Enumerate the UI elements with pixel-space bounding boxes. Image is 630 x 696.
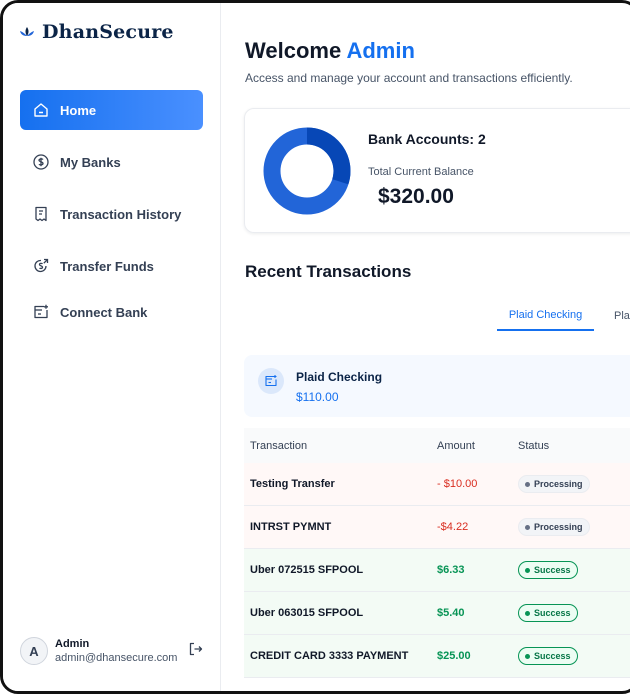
- status-badge: Success: [518, 604, 578, 622]
- balance-donut-chart: [263, 127, 351, 215]
- transaction-name: INTRST PYMNT: [250, 521, 332, 533]
- column-header: Status: [518, 439, 550, 452]
- donut-segment-primary: [306, 127, 351, 185]
- column-header: Transaction: [250, 439, 308, 452]
- transaction-name: CREDIT CARD 3333 PAYMENT: [250, 650, 409, 662]
- sidebar-item-label: My Banks: [60, 154, 121, 170]
- sidebar: DhanSecure Home My Banks Transaction His…: [3, 3, 221, 691]
- transactions-table: Transaction Amount Status Testing Transf…: [244, 428, 630, 678]
- logout-icon[interactable]: [188, 641, 204, 657]
- transaction-amount: $6.33: [437, 564, 465, 576]
- receipt-icon: [32, 205, 50, 223]
- avatar[interactable]: A: [20, 637, 48, 665]
- lotus-logo-icon: [20, 27, 34, 36]
- balance-card: Bank Accounts: 2 Total Current Balance $…: [244, 108, 630, 233]
- user-name: Admin: [55, 638, 90, 650]
- tab-plaid-second[interactable]: Pla: [614, 301, 630, 331]
- main-content: Welcome Admin Access and manage your acc…: [222, 3, 630, 691]
- connect-bank-icon: [32, 303, 50, 321]
- page-subtitle: Access and manage your account and trans…: [245, 71, 573, 85]
- sidebar-item-label: Transfer Funds: [60, 258, 154, 274]
- transaction-amount: -$4.22: [437, 521, 469, 533]
- money-send-icon: [32, 257, 50, 275]
- transaction-amount: $5.40: [437, 607, 465, 619]
- total-balance-value: $320.00: [378, 185, 454, 208]
- brand[interactable]: DhanSecure: [19, 21, 174, 43]
- column-header: Amount: [437, 439, 475, 452]
- bank-info-card[interactable]: Plaid Checking $110.00: [244, 355, 630, 417]
- transaction-name: Uber 063015 SFPOOL: [250, 607, 364, 619]
- sidebar-item-connect-bank[interactable]: Connect Bank: [20, 292, 203, 332]
- tab-plaid-checking[interactable]: Plaid Checking: [497, 301, 594, 331]
- table-row[interactable]: Uber 063015 SFPOOL $5.40 Success: [244, 592, 630, 635]
- status-badge: Success: [518, 647, 578, 665]
- user-email: admin@dhansecure.com: [55, 652, 178, 664]
- transaction-name: Uber 072515 SFPOOL: [250, 564, 364, 576]
- table-row[interactable]: CREDIT CARD 3333 PAYMENT $25.00 Success: [244, 635, 630, 678]
- sidebar-item-home[interactable]: Home: [20, 90, 203, 130]
- table-row[interactable]: INTRST PYMNT -$4.22 Processing: [244, 506, 630, 549]
- home-icon: [32, 101, 50, 119]
- sidebar-item-label: Home: [60, 102, 97, 118]
- table-row[interactable]: Testing Transfer - $10.00 Processing: [244, 463, 630, 506]
- status-badge: Processing: [518, 518, 590, 536]
- user-profile: A Admin admin@dhansecure.com: [20, 631, 210, 671]
- transaction-amount: $25.00: [437, 650, 471, 662]
- user-greeting-name: Admin: [346, 38, 415, 63]
- sidebar-item-label: Transaction History: [60, 206, 182, 222]
- table-row[interactable]: Uber 072515 SFPOOL $6.33 Success: [244, 549, 630, 592]
- greeting-text: Welcome: [245, 38, 342, 63]
- bank-accounts-count: Bank Accounts: 2: [368, 131, 486, 147]
- transaction-name: Testing Transfer: [250, 478, 335, 490]
- transaction-amount: - $10.00: [437, 478, 478, 490]
- bank-info-amount: $110.00: [296, 390, 339, 404]
- app-window: DhanSecure Home My Banks Transaction His…: [0, 0, 630, 694]
- status-badge: Processing: [518, 475, 590, 493]
- bank-card-icon: [258, 368, 284, 394]
- brand-name: DhanSecure: [42, 21, 174, 43]
- page-title: Welcome Admin: [245, 38, 415, 64]
- sidebar-item-transfer-funds[interactable]: Transfer Funds: [20, 246, 203, 286]
- table-header: Transaction Amount Status: [244, 428, 630, 463]
- total-balance-label: Total Current Balance: [368, 166, 474, 178]
- status-badge: Success: [518, 561, 578, 579]
- recent-transactions-title: Recent Transactions: [245, 262, 412, 281]
- sidebar-item-transaction-history[interactable]: Transaction History: [20, 194, 203, 234]
- sidebar-item-label: Connect Bank: [60, 304, 148, 320]
- bank-info-name: Plaid Checking: [296, 370, 383, 384]
- dollar-circle-icon: [32, 153, 50, 171]
- sidebar-item-my-banks[interactable]: My Banks: [20, 142, 203, 182]
